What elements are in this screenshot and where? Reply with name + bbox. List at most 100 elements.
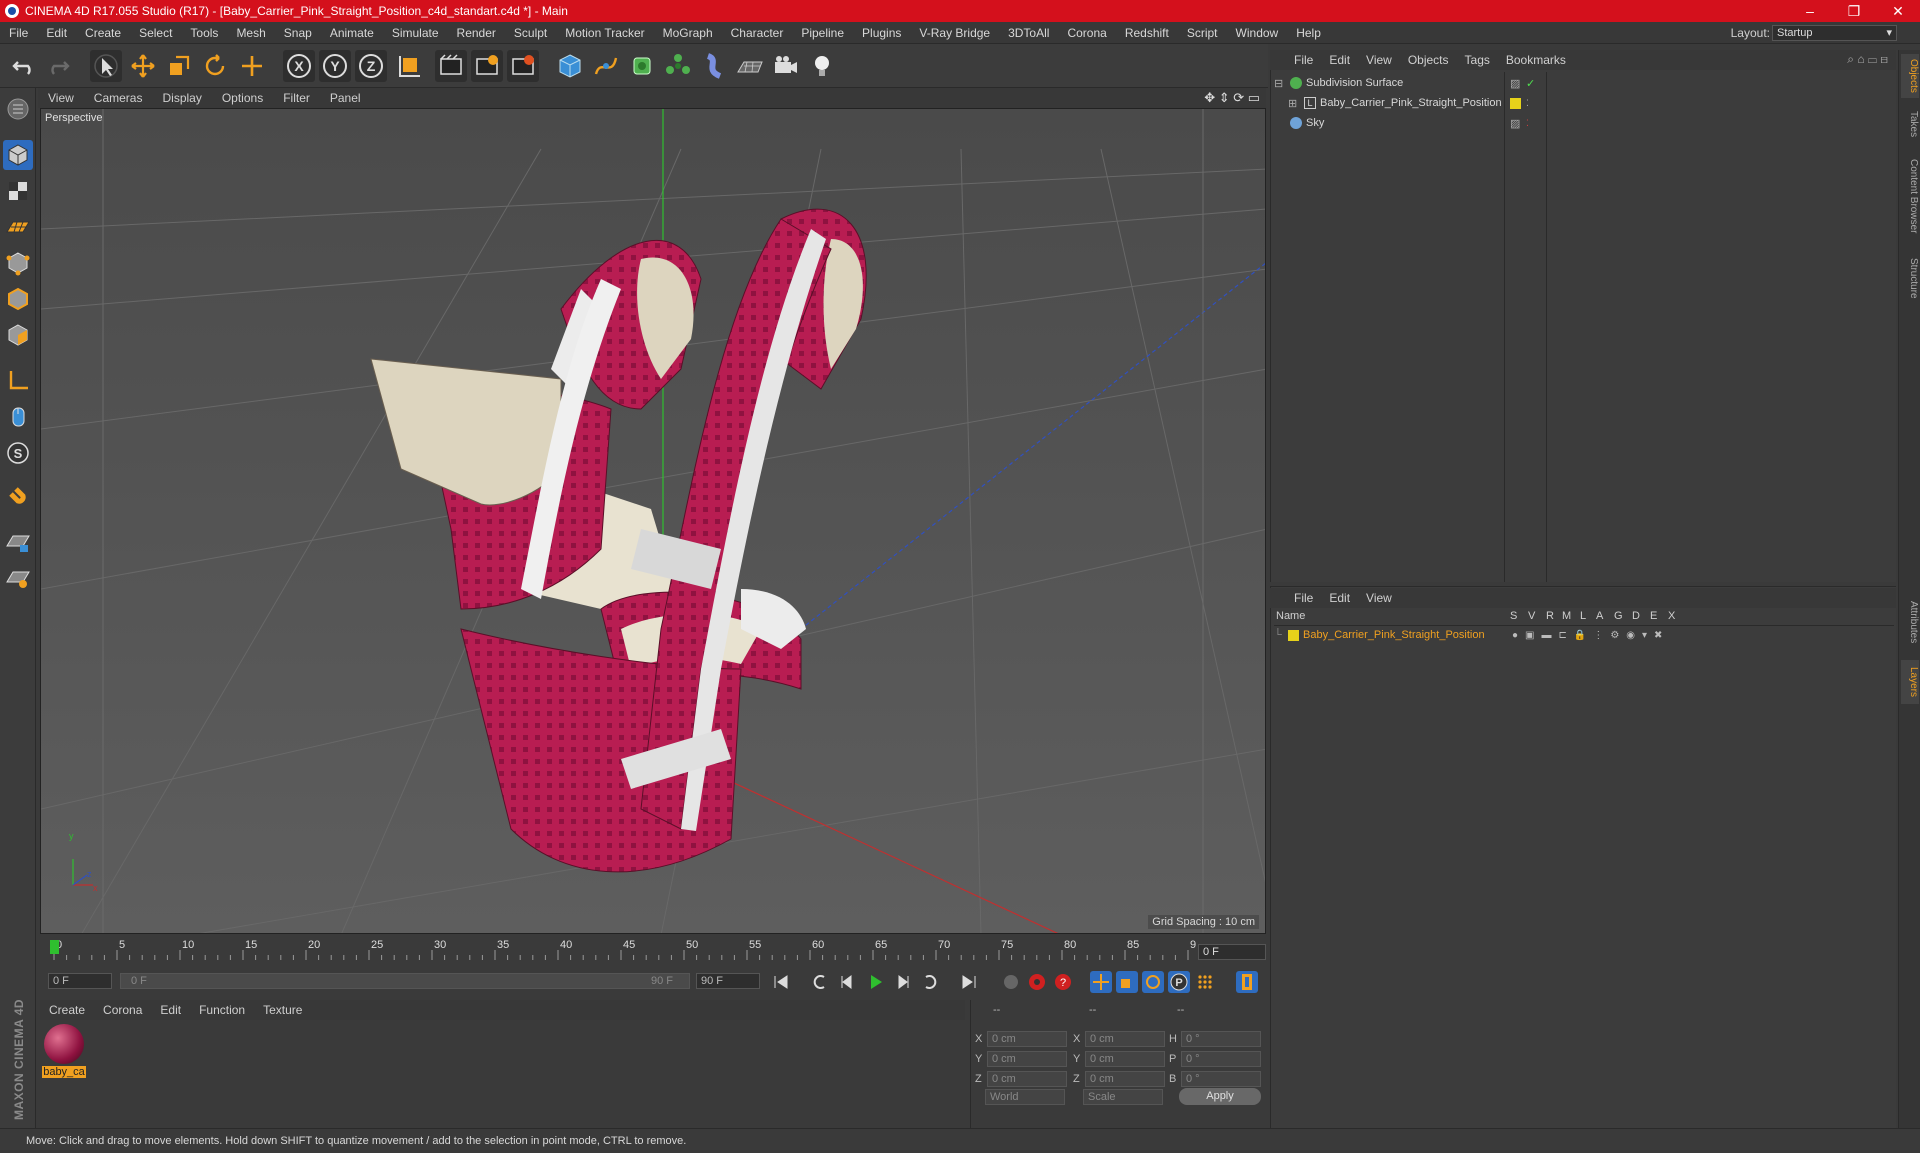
axis-mode-button[interactable] <box>3 366 33 396</box>
size-y-field[interactable]: 0 cm <box>1085 1051 1165 1067</box>
obj-menu-objects[interactable]: Objects <box>1400 53 1457 67</box>
solo-mode-button[interactable]: S <box>3 438 33 468</box>
z-axis-lock-button[interactable]: Z <box>355 50 387 82</box>
material-menu-function[interactable]: Function <box>190 1003 254 1017</box>
layer-row[interactable]: └ Baby_Carrier_Pink_Straight_Position ●▣… <box>1274 626 1894 644</box>
visibility-dots-icon[interactable]: ⁚ <box>1526 118 1529 129</box>
coord-mode-select[interactable]: World <box>985 1089 1065 1105</box>
tab-objects[interactable]: Objects <box>1901 54 1919 98</box>
rot-p-field[interactable]: 0 ° <box>1181 1051 1261 1067</box>
col-generators[interactable]: G <box>1614 610 1623 622</box>
play-button[interactable] <box>864 971 886 993</box>
render-view-button[interactable] <box>435 50 467 82</box>
menu-create[interactable]: Create <box>76 26 130 40</box>
object-row-subdivision[interactable]: ⊟ Subdivision Surface ▨ ✓ <box>1274 74 1604 92</box>
rot-b-field[interactable]: 0 ° <box>1181 1071 1261 1087</box>
timeline-ruler[interactable]: 051015202530354045505560657075808590 <box>40 936 1266 968</box>
scale-tool-button[interactable] <box>163 50 195 82</box>
menu-redshift[interactable]: Redshift <box>1116 26 1178 40</box>
menu-file[interactable]: File <box>0 26 37 40</box>
col-manager[interactable]: M <box>1562 610 1571 622</box>
render-picture-viewer-button[interactable] <box>471 50 503 82</box>
obj-menu-edit[interactable]: Edit <box>1321 53 1358 67</box>
points-mode-button[interactable] <box>3 248 33 278</box>
start-frame-field[interactable]: 0 F <box>48 973 112 989</box>
viewport-menu-display[interactable]: Display <box>152 91 211 105</box>
polygons-mode-button[interactable] <box>3 320 33 350</box>
cube-object-button[interactable] <box>554 50 586 82</box>
obj-menu-view[interactable]: View <box>1358 53 1400 67</box>
material-menu-texture[interactable]: Texture <box>254 1003 311 1017</box>
obj-menu-bookmarks[interactable]: Bookmarks <box>1498 53 1574 67</box>
material-menu-edit[interactable]: Edit <box>151 1003 190 1017</box>
previous-frame-button[interactable] <box>836 971 858 993</box>
size-mode-select[interactable]: Scale <box>1083 1089 1163 1105</box>
visibility-toggle[interactable]: ▨ <box>1510 117 1520 130</box>
timeline-window-button[interactable] <box>1236 971 1258 993</box>
previous-key-button[interactable] <box>808 971 830 993</box>
col-animation[interactable]: A <box>1596 610 1603 622</box>
apply-button[interactable]: Apply <box>1179 1088 1261 1105</box>
menu-window[interactable]: Window <box>1227 26 1288 40</box>
menu-tools[interactable]: Tools <box>181 26 227 40</box>
edges-mode-button[interactable] <box>3 284 33 314</box>
planar-workplane-button[interactable] <box>3 564 33 594</box>
frame-range-slider[interactable]: 0 F 90 F <box>120 973 690 989</box>
col-locked[interactable]: L <box>1580 610 1586 622</box>
layer-menu-edit[interactable]: Edit <box>1321 591 1358 605</box>
menu-sculpt[interactable]: Sculpt <box>505 26 556 40</box>
next-frame-button[interactable] <box>892 971 914 993</box>
edit-render-settings-button[interactable] <box>507 50 539 82</box>
material-menu-corona[interactable]: Corona <box>94 1003 151 1017</box>
col-solo[interactable]: S <box>1510 610 1517 622</box>
next-key-button[interactable] <box>920 971 942 993</box>
x-axis-lock-button[interactable]: X <box>283 50 315 82</box>
deformer-button[interactable] <box>698 50 730 82</box>
pos-z-field[interactable]: 0 cm <box>987 1071 1067 1087</box>
obj-search-home-icons[interactable]: ⌕ ⌂ ▭ ⊟ <box>1847 52 1888 67</box>
lock-workplane-button[interactable] <box>3 528 33 558</box>
size-x-field[interactable]: 0 cm <box>1085 1031 1165 1047</box>
subdivision-button[interactable] <box>626 50 658 82</box>
viewport-menu-filter[interactable]: Filter <box>273 91 320 105</box>
material-swatch[interactable]: baby_ca <box>42 1024 86 1080</box>
col-deformers[interactable]: D <box>1632 610 1640 622</box>
menu-3dtoall[interactable]: 3DToAll <box>999 26 1058 40</box>
key-pla-button[interactable] <box>1194 971 1216 993</box>
snapping-button[interactable] <box>3 484 33 514</box>
close-button[interactable]: ✕ <box>1876 0 1920 22</box>
playhead-marker[interactable] <box>50 940 59 954</box>
tab-structure[interactable]: Structure <box>1901 250 1919 306</box>
cloner-button[interactable] <box>662 50 694 82</box>
perspective-viewport[interactable]: Perspective y z x Grid Spacing : 10 cm <box>40 108 1266 934</box>
viewport-menu-options[interactable]: Options <box>212 91 273 105</box>
pen-spline-button[interactable] <box>590 50 622 82</box>
go-to-start-button[interactable] <box>770 971 792 993</box>
expand-icon[interactable]: ⊞ <box>1288 97 1300 110</box>
workplane-mode-button[interactable] <box>3 212 33 242</box>
camera-button[interactable] <box>770 50 802 82</box>
menu-edit[interactable]: Edit <box>37 26 76 40</box>
material-menu-create[interactable]: Create <box>40 1003 94 1017</box>
recent-tool-button[interactable] <box>236 50 268 82</box>
viewport-menu-cameras[interactable]: Cameras <box>84 91 153 105</box>
autokeying-button[interactable] <box>1026 971 1048 993</box>
record-keys-button[interactable] <box>1000 971 1022 993</box>
go-to-end-button[interactable] <box>958 971 980 993</box>
current-frame-field[interactable]: 0 F <box>1198 944 1266 960</box>
layer-menu-view[interactable]: View <box>1358 591 1400 605</box>
menu-render[interactable]: Render <box>448 26 505 40</box>
layer-menu-file[interactable]: File <box>1270 591 1321 605</box>
menu-script[interactable]: Script <box>1178 26 1227 40</box>
col-expressions[interactable]: E <box>1650 610 1657 622</box>
menu-select[interactable]: Select <box>130 26 181 40</box>
coordinate-system-button[interactable] <box>393 50 425 82</box>
menu-corona[interactable]: Corona <box>1058 26 1115 40</box>
menu-mograph[interactable]: MoGraph <box>654 26 722 40</box>
layout-select[interactable]: Startup ▾ <box>1772 25 1897 41</box>
tab-takes[interactable]: Takes <box>1901 106 1919 142</box>
make-editable-button[interactable] <box>3 94 33 124</box>
menu-simulate[interactable]: Simulate <box>383 26 448 40</box>
end-frame-field[interactable]: 90 F <box>696 973 760 989</box>
layer-color-swatch[interactable] <box>1510 97 1521 109</box>
